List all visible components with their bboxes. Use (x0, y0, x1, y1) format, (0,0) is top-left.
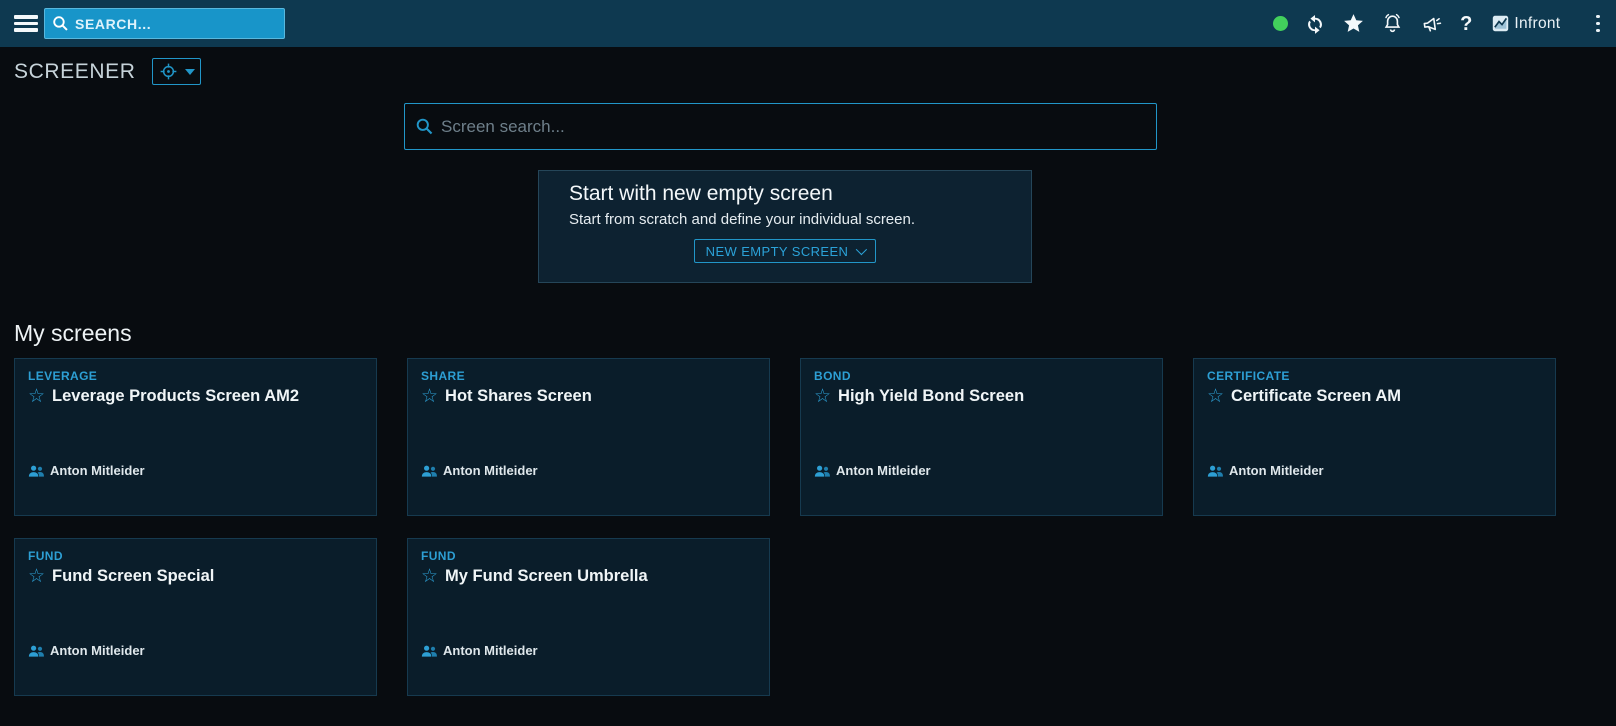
my-screens-grid: LEVERAGE ☆ Leverage Products Screen AM2 … (14, 358, 1556, 696)
screen-card-fund-umbrella[interactable]: FUND ☆ My Fund Screen Umbrella Anton Mit… (407, 538, 770, 696)
card-title: Fund Screen Special (52, 567, 214, 586)
crosshair-target-icon (158, 61, 179, 82)
card-title: Leverage Products Screen AM2 (52, 387, 299, 406)
card-owner-name: Anton Mitleider (50, 463, 145, 478)
card-category: CERTIFICATE (1207, 369, 1542, 383)
hero-title: Start with new empty screen (569, 182, 1031, 206)
card-category: FUND (28, 549, 363, 563)
card-title: Hot Shares Screen (445, 387, 592, 406)
group-people-icon (1207, 464, 1223, 478)
navbar-right-icons: ? Infront (1273, 0, 1604, 47)
global-search-box[interactable] (44, 8, 285, 39)
announcements-megaphone-icon[interactable] (1420, 12, 1444, 36)
screen-search-input[interactable] (441, 117, 1146, 137)
global-search-input[interactable] (75, 16, 277, 32)
card-owner-name: Anton Mitleider (443, 643, 538, 658)
link-target-dropdown-button[interactable] (152, 58, 201, 85)
screen-card-fund-special[interactable]: FUND ☆ Fund Screen Special Anton Mitleid… (14, 538, 377, 696)
card-owner-name: Anton Mitleider (50, 643, 145, 658)
favorites-star-icon[interactable] (1342, 12, 1365, 35)
new-screen-hero-card: Start with new empty screen Start from s… (538, 170, 1032, 283)
group-people-icon (421, 644, 437, 658)
favorite-star-icon[interactable]: ☆ (28, 567, 45, 586)
group-people-icon (814, 464, 830, 478)
infront-logo-icon (1492, 15, 1509, 32)
screen-card-share[interactable]: SHARE ☆ Hot Shares Screen Anton Mitleide… (407, 358, 770, 516)
screen-search-box[interactable] (404, 103, 1157, 150)
brand-name: Infront (1514, 15, 1560, 33)
hamburger-menu-icon[interactable] (14, 15, 38, 32)
sync-refresh-icon[interactable] (1304, 13, 1326, 35)
page-title: SCREENER (14, 60, 136, 84)
infront-brand: Infront (1492, 15, 1560, 33)
screener-header: SCREENER (14, 58, 201, 85)
top-navbar: ? Infront (0, 0, 1616, 47)
card-owner-name: Anton Mitleider (1229, 463, 1324, 478)
new-empty-screen-label: NEW EMPTY SCREEN (706, 244, 849, 259)
card-category: FUND (421, 549, 756, 563)
screen-card-bond[interactable]: BOND ☆ High Yield Bond Screen Anton Mitl… (800, 358, 1163, 516)
group-people-icon (28, 464, 44, 478)
card-title: My Fund Screen Umbrella (445, 567, 648, 586)
card-title: High Yield Bond Screen (838, 387, 1024, 406)
card-category: BOND (814, 369, 1149, 383)
help-icon[interactable]: ? (1460, 14, 1472, 34)
card-owner-name: Anton Mitleider (836, 463, 931, 478)
favorite-star-icon[interactable]: ☆ (1207, 387, 1224, 406)
search-icon (415, 117, 434, 136)
favorite-star-icon[interactable]: ☆ (421, 387, 438, 406)
card-category: SHARE (421, 369, 756, 383)
hero-subtitle: Start from scratch and define your indiv… (569, 211, 1031, 228)
favorite-star-icon[interactable]: ☆ (28, 387, 45, 406)
group-people-icon (28, 644, 44, 658)
new-empty-screen-button[interactable]: NEW EMPTY SCREEN (694, 239, 877, 263)
favorite-star-icon[interactable]: ☆ (421, 567, 438, 586)
card-owner-name: Anton Mitleider (443, 463, 538, 478)
group-people-icon (421, 464, 437, 478)
screen-card-leverage[interactable]: LEVERAGE ☆ Leverage Products Screen AM2 … (14, 358, 377, 516)
card-title: Certificate Screen AM (1231, 387, 1401, 406)
screen-card-certificate[interactable]: CERTIFICATE ☆ Certificate Screen AM Anto… (1193, 358, 1556, 516)
chevron-down-icon (185, 69, 195, 75)
overflow-menu-icon[interactable] (1592, 11, 1604, 37)
search-icon (52, 15, 69, 32)
connection-status-indicator (1273, 16, 1288, 31)
notifications-bell-icon[interactable] (1381, 12, 1404, 35)
my-screens-heading: My screens (14, 320, 132, 347)
favorite-star-icon[interactable]: ☆ (814, 387, 831, 406)
card-category: LEVERAGE (28, 369, 363, 383)
chevron-down-icon (856, 244, 867, 255)
